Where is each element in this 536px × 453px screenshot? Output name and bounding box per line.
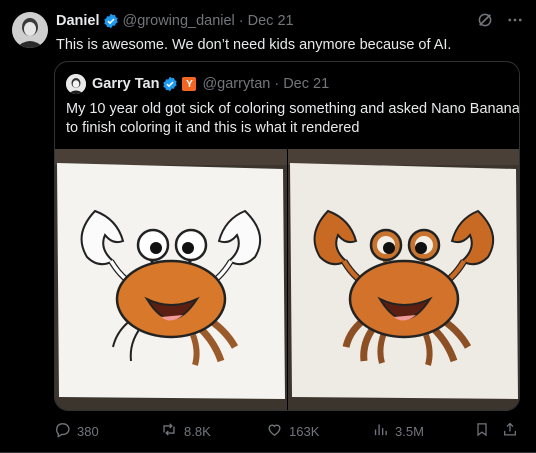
quoted-tweet-text: My 10 year old got sick of coloring some…	[66, 100, 520, 138]
quoted-text-line: My 10 year old got sick of coloring some…	[66, 101, 520, 117]
share-button[interactable]	[502, 420, 518, 442]
reply-icon	[54, 421, 71, 441]
quoted-text-line: to finish coloring it and this is what i…	[66, 120, 360, 136]
image-partially-colored-crab[interactable]	[55, 149, 287, 410]
share-icon	[502, 421, 518, 441]
author-handle[interactable]: @growing_daniel	[123, 13, 235, 29]
quoted-tweet[interactable]: Garry Tan Y @garrytan · Dec 21 My 10 yea…	[54, 61, 520, 411]
quoted-tweet-date[interactable]: Dec 21	[283, 76, 329, 92]
views-icon	[372, 421, 389, 441]
author-name[interactable]: Daniel	[56, 13, 100, 29]
reply-count: 380	[77, 423, 99, 439]
tweet: Daniel @growing_daniel · Dec 21 This is …	[0, 0, 536, 453]
tweet-header: Daniel @growing_daniel · Dec 21	[56, 12, 294, 30]
quoted-author-handle[interactable]: @garrytan	[202, 76, 270, 92]
image-fully-colored-crab[interactable]	[288, 149, 519, 410]
y-combinator-badge-icon: Y	[182, 77, 197, 91]
quoted-tweet-header: Garry Tan Y @garrytan · Dec 21	[66, 74, 329, 94]
bookmark-icon	[474, 421, 490, 441]
avatar[interactable]	[12, 12, 48, 48]
verified-badge-icon	[103, 13, 119, 29]
grok-icon[interactable]	[476, 11, 494, 34]
views-count: 3.5M	[395, 423, 424, 439]
bookmark-button[interactable]	[474, 420, 490, 442]
quoted-author-name[interactable]: Garry Tan	[92, 76, 159, 92]
quoted-avatar	[66, 74, 86, 94]
like-count: 163K	[289, 423, 320, 439]
separator: ·	[238, 13, 244, 29]
repost-icon	[160, 421, 178, 441]
tweet-date[interactable]: Dec 21	[248, 13, 294, 29]
repost-count: 8.8K	[184, 423, 211, 439]
separator: ·	[274, 76, 280, 92]
header-actions	[476, 11, 524, 34]
heart-icon	[266, 421, 283, 441]
more-options-icon[interactable]	[506, 11, 524, 34]
tweet-actions: 380 8.8K 163K 3.5M	[54, 420, 524, 442]
tweet-text: This is awesome. We don’t need kids anym…	[56, 37, 452, 53]
reply-button[interactable]: 380	[54, 420, 99, 442]
verified-badge-icon	[162, 76, 178, 92]
like-button[interactable]: 163K	[266, 420, 319, 442]
repost-button[interactable]: 8.8K	[160, 420, 211, 442]
views-button[interactable]: 3.5M	[372, 420, 424, 442]
